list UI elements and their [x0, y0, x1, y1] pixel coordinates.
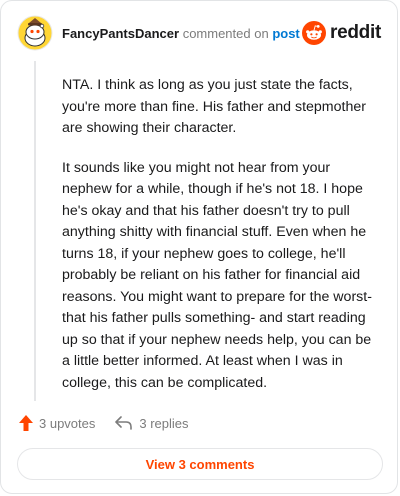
upvote-arrow-icon [19, 415, 33, 431]
thread-line [34, 61, 36, 401]
action-text: commented on [182, 26, 269, 41]
comment-body: NTA. I think as long as you just state t… [62, 75, 382, 412]
reddit-logo-icon [302, 21, 327, 45]
reply-count: 3 replies [139, 415, 189, 431]
comment-card: FancyPantsDancer commented on post reddi… [0, 0, 398, 494]
view-comments-button[interactable]: View 3 comments [17, 448, 383, 480]
upvote-button[interactable]: 3 upvotes [19, 415, 95, 431]
upvote-count: 3 upvotes [39, 415, 96, 431]
user-avatar-icon[interactable] [17, 15, 53, 51]
reply-arrow-icon [115, 416, 133, 430]
reddit-wordmark: reddit [330, 22, 381, 43]
comment-header: FancyPantsDancer commented on post [62, 26, 300, 42]
reply-button[interactable]: 3 replies [115, 415, 189, 431]
username-link[interactable]: FancyPantsDancer [62, 26, 179, 41]
comment-paragraph: It sounds like you might not hear from y… [62, 159, 372, 391]
reddit-logo[interactable]: reddit [302, 21, 381, 45]
comment-actions: 3 upvotes 3 replies [19, 415, 189, 431]
post-link[interactable]: post [272, 26, 299, 41]
comment-paragraph: NTA. I think as long as you just state t… [62, 77, 366, 136]
